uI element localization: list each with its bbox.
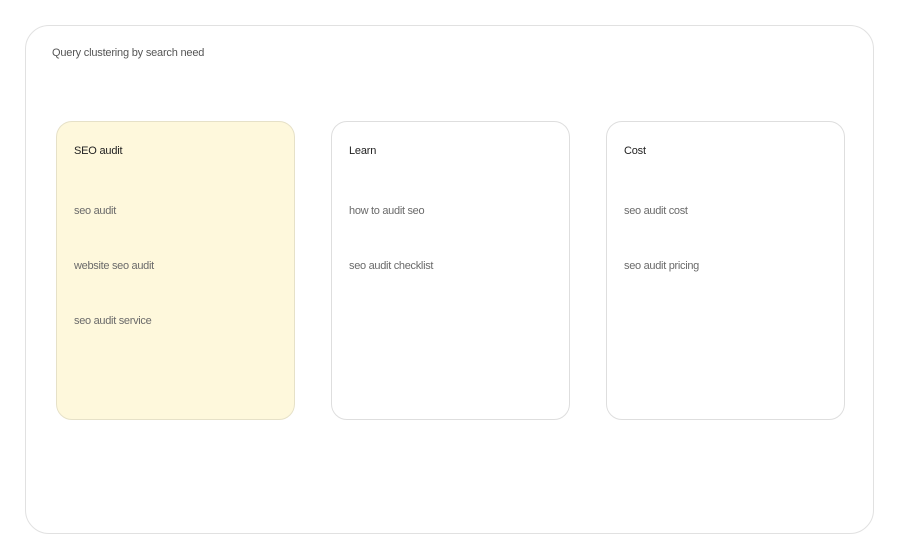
query-item: website seo audit [74,260,154,272]
cluster-cost: Cost seo audit cost seo audit pricing [606,121,845,420]
query-item: seo audit cost [624,205,688,217]
cluster-seo-audit: SEO audit seo audit website seo audit se… [56,121,295,420]
cluster-learn: Learn how to audit seo seo audit checkli… [331,121,570,420]
cluster-title: Cost [624,145,646,157]
query-item: seo audit service [74,315,152,327]
cluster-title: SEO audit [74,145,123,157]
query-item: how to audit seo [349,205,425,217]
query-item: seo audit pricing [624,260,700,272]
query-item: seo audit [74,205,116,217]
diagram-title: Query clustering by search need [52,47,205,59]
cluster-title: Learn [349,145,377,157]
query-item: seo audit checklist [349,260,434,272]
